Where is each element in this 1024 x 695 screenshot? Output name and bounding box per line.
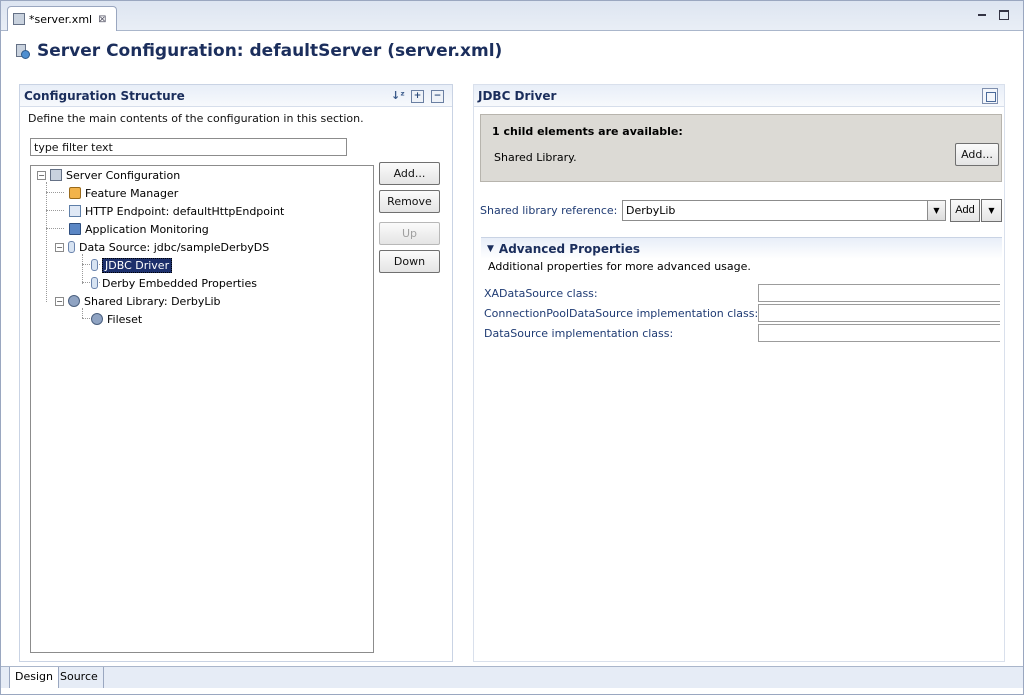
tree-item-label: Server Configuration [66, 168, 181, 182]
datasource-icon [68, 241, 75, 253]
section-title: Configuration Structure [24, 88, 185, 103]
tree-item-label: Data Source: jdbc/sampleDerbyDS [79, 240, 270, 254]
child-elements-box: 1 child elements are available: Shared L… [480, 114, 1002, 182]
shared-library-combo[interactable]: DerbyLib ▼ [622, 200, 946, 221]
advanced-properties-description: Additional properties for more advanced … [488, 260, 751, 273]
shared-library-add-button[interactable]: Add [950, 199, 980, 222]
properties-icon [91, 277, 98, 289]
tree-item-shared-library[interactable]: − Shared Library: DerbyLib [55, 293, 221, 309]
remove-button[interactable]: Remove [379, 190, 440, 213]
configuration-tree[interactable]: − Server Configuration Feature Manager H… [30, 165, 374, 653]
maximize-icon[interactable] [999, 10, 1009, 20]
minimize-icon[interactable] [977, 10, 987, 20]
collapse-icon[interactable]: − [55, 242, 64, 252]
page-title: Server Configuration: defaultServer (ser… [37, 41, 503, 61]
tree-item-application-monitoring[interactable]: Application Monitoring [69, 221, 209, 237]
tree-item-feature-manager[interactable]: Feature Manager [69, 185, 178, 201]
child-elements-title: 1 child elements are available: [492, 125, 683, 138]
fileset-icon [91, 313, 103, 325]
editor-tab-server-xml[interactable]: *server.xml ⊠ [7, 6, 117, 31]
feature-manager-icon [69, 187, 81, 199]
tree-item-fileset[interactable]: Fileset [91, 311, 142, 327]
page-header: Server Configuration: defaultServer (ser… [15, 41, 502, 61]
expand-arrow-icon[interactable]: ▼ [487, 244, 494, 254]
jdbc-driver-section: JDBC Driver 1 child elements are availab… [473, 84, 1005, 662]
http-endpoint-icon [69, 205, 81, 217]
jdbc-driver-icon [91, 259, 98, 271]
tree-item-label: Shared Library: DerbyLib [84, 294, 221, 308]
add-dropdown-arrow-icon[interactable]: ▼ [981, 199, 1002, 222]
advanced-properties-title: Advanced Properties [498, 241, 641, 256]
server-config-icon [15, 42, 31, 60]
add-child-button[interactable]: Add... [955, 143, 999, 166]
tree-item-server-configuration[interactable]: − Server Configuration [37, 167, 180, 183]
advanced-properties-header[interactable]: ▼ Advanced Properties [481, 237, 1002, 259]
datasource-impl-field[interactable] [758, 324, 1000, 342]
editor-tab-strip: *server.xml ⊠ [1, 1, 1023, 31]
editor-tab-label: *server.xml [29, 12, 93, 26]
tree-item-http-endpoint[interactable]: HTTP Endpoint: defaultHttpEndpoint [69, 203, 284, 219]
xa-datasource-label: XADataSource class: [484, 287, 598, 300]
collapse-icon[interactable]: − [55, 296, 64, 306]
editor-window: *server.xml ⊠ Server Configuration: defa… [0, 0, 1024, 695]
child-element-item: Shared Library. [494, 151, 577, 164]
sort-icon[interactable]: ↓ᶻ [391, 90, 405, 103]
collapse-all-icon[interactable]: − [431, 90, 444, 103]
section-description: Define the main contents of the configur… [28, 112, 364, 125]
dropdown-arrow-icon[interactable]: ▼ [927, 201, 945, 220]
filter-input[interactable] [30, 138, 347, 156]
tree-item-label: JDBC Driver [102, 257, 173, 273]
expand-all-icon[interactable]: + [411, 90, 424, 103]
datasource-impl-label: DataSource implementation class: [484, 327, 674, 340]
collapse-icon[interactable]: − [37, 170, 46, 180]
configuration-structure-section: Configuration Structure ↓ᶻ + − Define th… [19, 84, 453, 662]
xml-file-icon [13, 13, 25, 25]
tab-design[interactable]: Design [9, 667, 59, 688]
bottom-tab-bar: Design Source [1, 666, 1023, 688]
server-icon [50, 169, 62, 181]
tab-source[interactable]: Source [55, 667, 104, 688]
connection-pool-label: ConnectionPoolDataSource implementation … [484, 307, 759, 320]
section-menu-icon[interactable] [982, 88, 998, 104]
tree-item-label: Application Monitoring [85, 222, 209, 236]
monitor-icon [69, 223, 81, 235]
tree-item-derby-embedded-properties[interactable]: Derby Embedded Properties [91, 275, 257, 291]
tree-item-label: Derby Embedded Properties [102, 276, 257, 290]
tree-item-label: Feature Manager [85, 186, 179, 200]
shared-library-value: DerbyLib [626, 204, 676, 217]
shared-library-label: Shared library reference: [480, 204, 618, 217]
down-button[interactable]: Down [379, 250, 440, 273]
tree-item-label: HTTP Endpoint: defaultHttpEndpoint [85, 204, 285, 218]
library-icon [68, 295, 80, 307]
up-button[interactable]: Up [379, 222, 440, 245]
connection-pool-field[interactable] [758, 304, 1000, 322]
section-title: JDBC Driver [478, 88, 557, 103]
tree-item-jdbc-driver[interactable]: JDBC Driver [91, 257, 173, 273]
tree-item-label: Fileset [107, 312, 143, 326]
xa-datasource-field[interactable] [758, 284, 1000, 302]
close-icon[interactable]: ⊠ [98, 14, 106, 25]
add-button[interactable]: Add... [379, 162, 440, 185]
tree-item-data-source[interactable]: − Data Source: jdbc/sampleDerbyDS [55, 239, 269, 255]
